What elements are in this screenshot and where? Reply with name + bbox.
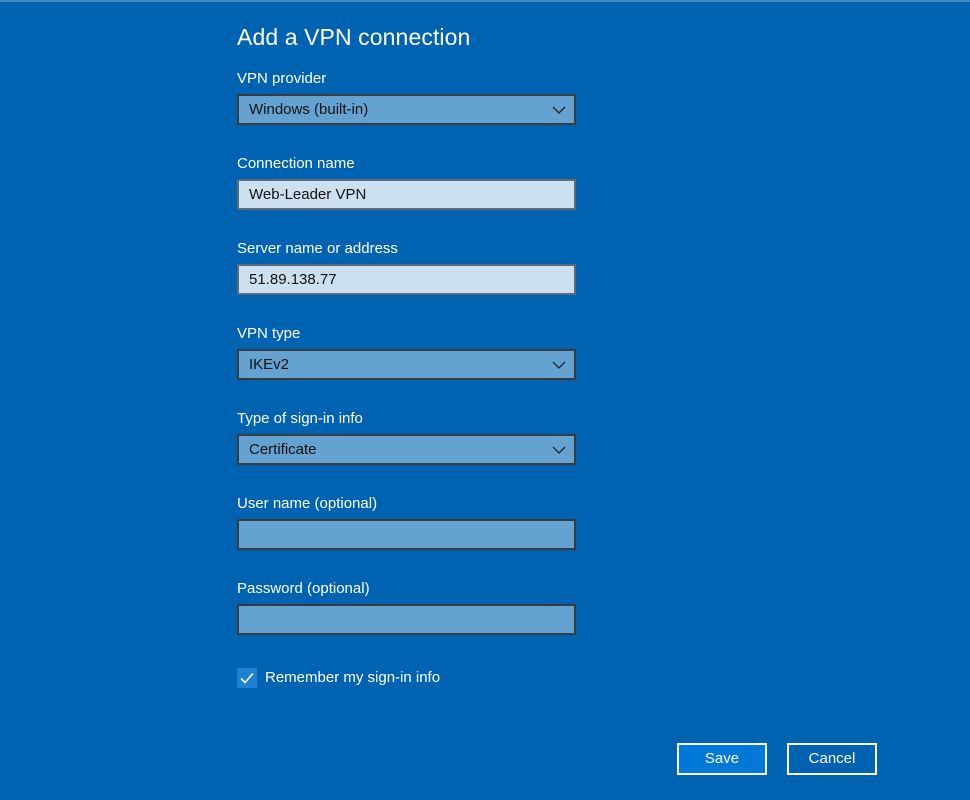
vpn-provider-value: Windows (built-in)	[249, 101, 369, 118]
signin-type-dropdown[interactable]: Certificate	[237, 434, 576, 465]
password-field[interactable]	[237, 604, 576, 635]
server-address-value: 51.89.138.77	[249, 271, 337, 288]
dialog-title: Add a VPN connection	[237, 24, 471, 50]
vpn-type-dropdown[interactable]: IKEv2	[237, 349, 576, 380]
password-input[interactable]	[239, 606, 574, 633]
signin-type-label: Type of sign-in info	[237, 410, 363, 427]
save-button[interactable]: Save	[677, 743, 767, 775]
remember-signin-label: Remember my sign-in info	[265, 669, 441, 686]
chevron-down-icon	[552, 446, 566, 454]
chevron-down-icon	[552, 361, 566, 369]
username-field[interactable]	[237, 519, 576, 550]
vpn-type-label: VPN type	[237, 325, 301, 342]
vpn-provider-dropdown[interactable]: Windows (built-in)	[237, 94, 576, 125]
vpn-type-value: IKEv2	[249, 356, 290, 373]
add-vpn-dialog: Add a VPN connection VPN provider Window…	[237, 0, 957, 800]
server-address-field[interactable]: 51.89.138.77	[237, 264, 576, 295]
signin-type-value: Certificate	[249, 441, 317, 458]
username-label: User name (optional)	[237, 495, 378, 512]
cancel-button[interactable]: Cancel	[787, 743, 877, 775]
password-label: Password (optional)	[237, 580, 370, 597]
connection-name-label: Connection name	[237, 155, 355, 172]
username-input[interactable]	[239, 521, 574, 548]
connection-name-value: Web-Leader VPN	[249, 186, 367, 203]
vpn-provider-label: VPN provider	[237, 70, 327, 87]
server-label: Server name or address	[237, 240, 398, 257]
remember-signin-checkbox[interactable]	[237, 668, 257, 688]
connection-name-field[interactable]: Web-Leader VPN	[237, 179, 576, 210]
checkmark-icon	[240, 672, 254, 684]
chevron-down-icon	[552, 106, 566, 114]
